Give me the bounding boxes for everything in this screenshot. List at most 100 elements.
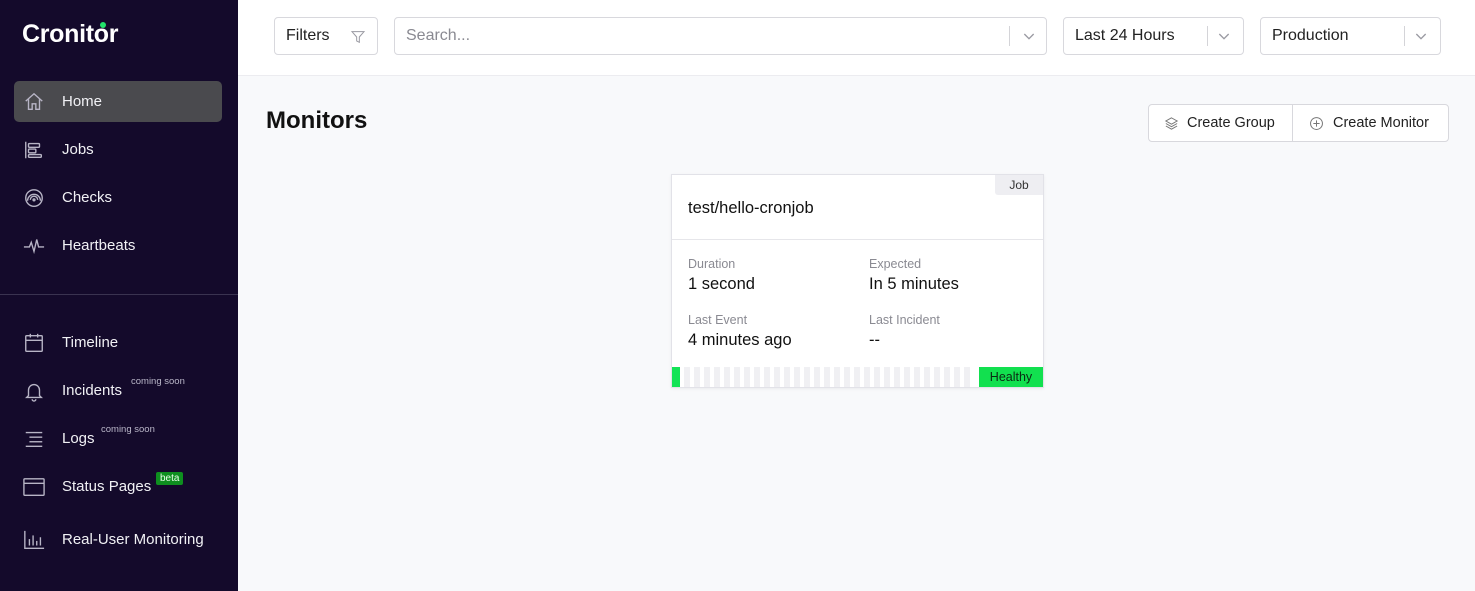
chevron-down-icon[interactable] xyxy=(1216,28,1232,44)
expected-label: Expected xyxy=(869,257,922,271)
sidebar-item-label: Checks xyxy=(62,189,113,206)
timeline-segment xyxy=(774,367,780,387)
sidebar-item-incidents[interactable]: Incidents coming soon xyxy=(14,370,222,411)
monitor-card[interactable]: Job test/hello-cronjob Duration 1 second… xyxy=(671,174,1044,388)
timeline-segment xyxy=(914,367,920,387)
page-title: Monitors xyxy=(266,107,368,134)
home-icon xyxy=(22,90,46,114)
window-icon xyxy=(22,475,46,499)
heartbeat-icon xyxy=(22,234,46,258)
create-button-group: Create Group Create Monitor xyxy=(1148,104,1449,142)
timeline-segment xyxy=(924,367,930,387)
timeline-segment xyxy=(814,367,820,387)
duration-label: Duration xyxy=(688,257,736,271)
timeline-segment xyxy=(704,367,710,387)
bell-icon xyxy=(22,379,46,403)
create-monitor-button[interactable]: Create Monitor xyxy=(1293,105,1448,141)
sidebar-item-label: Status Pages xyxy=(62,478,152,495)
environment-value: Production xyxy=(1272,27,1349,44)
coming-soon-tag: coming soon xyxy=(101,424,155,435)
checks-icon xyxy=(22,186,46,210)
sidebar-item-timeline[interactable]: Timeline xyxy=(14,322,222,363)
timeline-segment xyxy=(854,367,860,387)
sidebar-item-jobs[interactable]: Jobs xyxy=(14,129,222,170)
timeline-segment xyxy=(794,367,800,387)
timeline-segment xyxy=(714,367,720,387)
create-group-label: Create Group xyxy=(1187,115,1275,131)
timeline-segment xyxy=(724,367,730,387)
timeline-segment xyxy=(744,367,750,387)
select-separator xyxy=(1207,26,1208,46)
sidebar: Cronitor Home Jobs Checks Heartbeats Tim… xyxy=(0,0,238,591)
timeline-segment xyxy=(964,367,970,387)
sidebar-item-label: Home xyxy=(62,93,103,110)
timeline-segment xyxy=(804,367,810,387)
timeline-segment xyxy=(734,367,740,387)
timeline-segment xyxy=(884,367,890,387)
sidebar-item-checks[interactable]: Checks xyxy=(14,177,222,218)
search-input[interactable]: Search... xyxy=(394,17,1047,55)
sidebar-item-label: Heartbeats xyxy=(62,237,136,254)
activity-timeline xyxy=(672,367,979,387)
last-event-label: Last Event xyxy=(688,313,748,327)
sidebar-divider xyxy=(0,294,238,295)
time-range-value: Last 24 Hours xyxy=(1075,27,1175,44)
timeline-segment xyxy=(834,367,840,387)
beta-badge: beta xyxy=(156,472,184,485)
timeline-segment xyxy=(874,367,880,387)
status-badge: Healthy xyxy=(979,367,1043,387)
sidebar-item-label: Jobs xyxy=(62,141,94,158)
top-bar: Filters Search... Last 24 Hours Producti… xyxy=(238,0,1475,76)
filters-button[interactable]: Filters xyxy=(274,17,378,55)
timeline-segment xyxy=(864,367,870,387)
timeline-segment xyxy=(844,367,850,387)
last-incident-value: -- xyxy=(869,331,880,349)
cronitor-logo[interactable]: Cronitor xyxy=(22,20,119,49)
sidebar-item-home[interactable]: Home xyxy=(14,81,222,122)
sidebar-item-label: Timeline xyxy=(62,334,119,351)
last-incident-label: Last Incident xyxy=(869,313,940,327)
environment-select[interactable]: Production xyxy=(1260,17,1441,55)
timeline-segment xyxy=(784,367,790,387)
sidebar-item-real-user-monitoring[interactable]: Real-User Monitoring xyxy=(14,519,222,560)
filters-label: Filters xyxy=(286,27,330,44)
duration-value: 1 second xyxy=(688,275,755,293)
sidebar-item-label: Real-User Monitoring xyxy=(62,531,204,548)
coming-soon-tag: coming soon xyxy=(131,376,185,387)
timeline-segment xyxy=(764,367,770,387)
monitor-type-badge: Job xyxy=(995,175,1043,195)
chevron-down-icon[interactable] xyxy=(1413,28,1429,44)
timeline-segment xyxy=(894,367,900,387)
last-event-value: 4 minutes ago xyxy=(688,331,792,349)
timeline-segment xyxy=(684,367,690,387)
expected-value: In 5 minutes xyxy=(869,275,959,293)
timeline-segment xyxy=(954,367,960,387)
timeline-segment xyxy=(824,367,830,387)
sidebar-item-logs[interactable]: Logs coming soon xyxy=(14,418,222,459)
bar-chart-icon xyxy=(22,528,46,552)
timeline-segment xyxy=(754,367,760,387)
sidebar-item-label: Incidents xyxy=(62,382,123,399)
timeline-segment xyxy=(934,367,940,387)
chevron-down-icon[interactable] xyxy=(1021,28,1037,44)
search-separator xyxy=(1009,26,1010,46)
sidebar-item-label: Logs xyxy=(62,430,95,447)
timeline-segment xyxy=(904,367,910,387)
select-separator xyxy=(1404,26,1405,46)
create-monitor-label: Create Monitor xyxy=(1333,115,1429,131)
timeline-segment xyxy=(694,367,700,387)
filter-icon xyxy=(350,31,366,44)
layers-icon xyxy=(1164,117,1179,130)
calendar-icon xyxy=(22,331,46,355)
sidebar-item-heartbeats[interactable]: Heartbeats xyxy=(14,225,222,266)
search-placeholder: Search... xyxy=(406,27,471,44)
timeline-segment xyxy=(672,367,680,387)
sidebar-item-status-pages[interactable]: Status Pages beta xyxy=(14,466,222,507)
create-group-button[interactable]: Create Group xyxy=(1149,105,1293,141)
jobs-icon xyxy=(22,138,46,162)
time-range-select[interactable]: Last 24 Hours xyxy=(1063,17,1244,55)
plus-circle-icon xyxy=(1310,117,1323,130)
timeline-segment xyxy=(944,367,950,387)
monitor-name[interactable]: test/hello-cronjob xyxy=(688,199,814,218)
card-divider xyxy=(672,239,1043,240)
